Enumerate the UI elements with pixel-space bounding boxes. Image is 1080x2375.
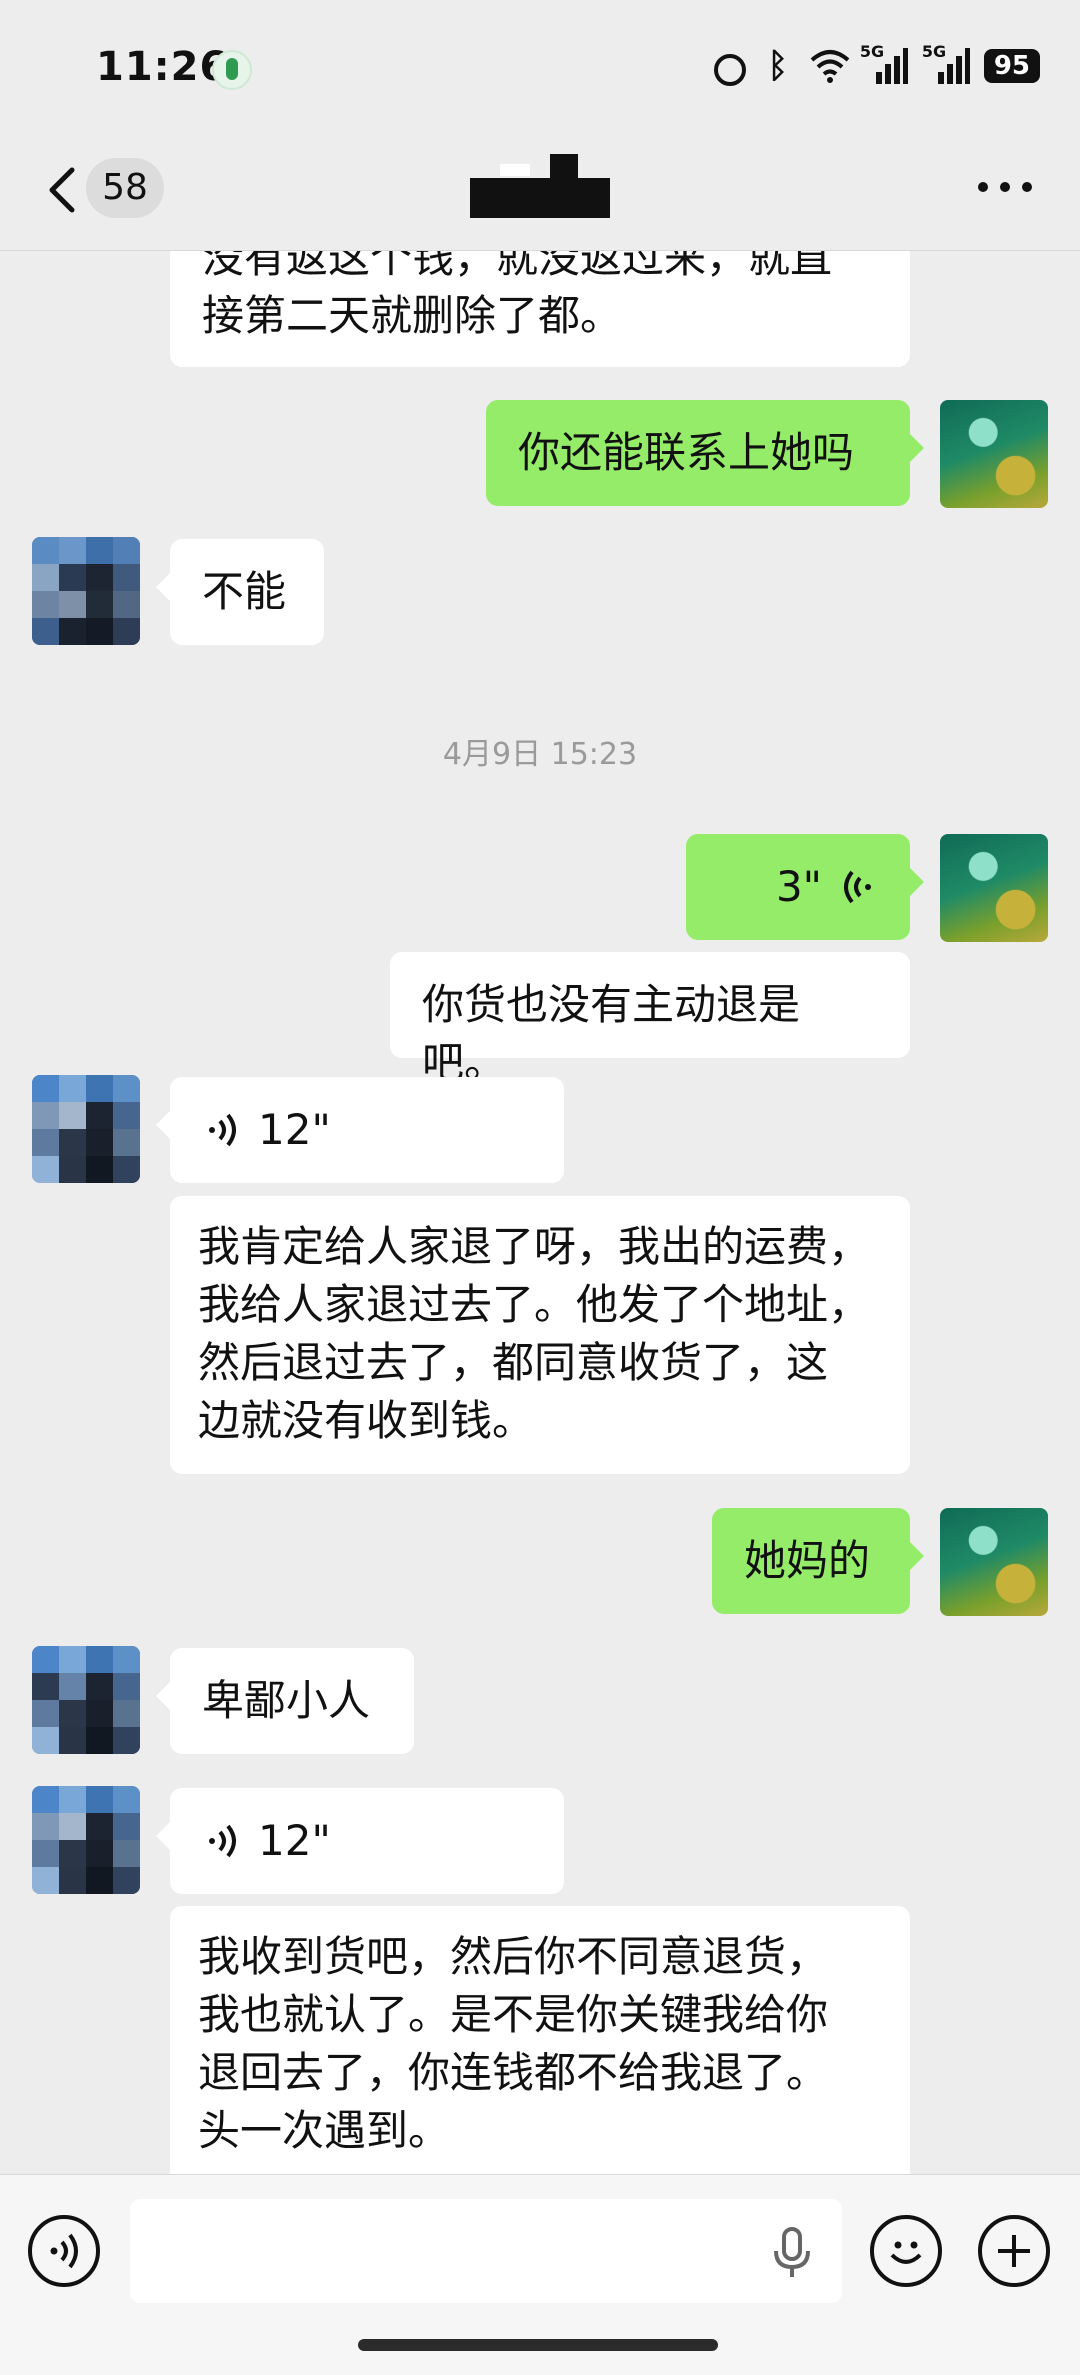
alarm-icon (710, 48, 746, 86)
contact-avatar[interactable] (32, 1786, 140, 1894)
outgoing-voice-message[interactable]: 3" (686, 834, 924, 940)
message-line: 我肯定给人家退了呀，我出的运费， (198, 1222, 871, 1271)
message-line: 头一次遇到。 (198, 2106, 451, 2155)
my-avatar[interactable] (940, 834, 1048, 942)
status-icons: ᛒ 5G 5G 95 (710, 42, 1040, 88)
status-bar: 11:26 ᛒ 5G 5G 95 (0, 0, 1080, 130)
message-list[interactable]: 没有返这个钱，就没返过来，就直 接第二天就删除了都。 你还能联系上她吗 不能 4… (0, 251, 1080, 2174)
message-text: 卑鄙小人 (202, 1676, 371, 1725)
bluetooth-icon: ᛒ (767, 46, 789, 86)
microphone-icon[interactable] (772, 2227, 812, 2279)
contact-avatar[interactable] (32, 1646, 140, 1754)
message-line: 然后退过去了，都同意收货了，这 (198, 1338, 829, 1387)
cellular-signal-icon-2: 5G (922, 42, 970, 86)
outgoing-message[interactable]: 你货也没有主动退是吧。 (390, 952, 910, 1087)
network-type-label: 5G (859, 42, 885, 61)
voice-wave-icon (209, 1824, 236, 1858)
incoming-voice-message[interactable]: 12" (156, 1077, 564, 1183)
input-bar (0, 2174, 1080, 2375)
message-line: 我给人家退过去了。他发了个地址， (198, 1280, 871, 1329)
contact-avatar[interactable] (32, 537, 140, 645)
voice-input-toggle-button[interactable] (28, 2215, 100, 2287)
more-functions-button[interactable] (978, 2215, 1050, 2287)
message-input[interactable] (130, 2199, 842, 2303)
incoming-message[interactable]: 我肯定给人家退了呀，我出的运费， 我给人家退过去了。他发了个地址， 然后退过去了… (170, 1196, 910, 1474)
message-timestamp: 4月9日 15:23 (442, 737, 638, 772)
more-options-icon[interactable] (978, 182, 1032, 196)
voice-duration: 12" (258, 1105, 331, 1154)
back-arrow-icon[interactable] (44, 160, 84, 220)
chat-title-redacted (470, 154, 610, 218)
network-type-label-2: 5G (921, 42, 947, 61)
outgoing-message[interactable]: 你还能联系上她吗 (486, 400, 924, 506)
battery-indicator: 95 (983, 49, 1040, 83)
incoming-message[interactable]: 我收到货吧，然后你不同意退货， 我也就认了。是不是你关键我给你 退回去了，你连钱… (170, 1906, 910, 2174)
my-avatar[interactable] (940, 1508, 1048, 1616)
message-line: 没有返这个钱，就没返过来，就直 (202, 251, 833, 282)
smiley-icon (890, 2241, 922, 2264)
message-line: 我收到货吧，然后你不同意退货， (198, 1932, 829, 1981)
outgoing-message[interactable]: 她妈的 (712, 1508, 924, 1614)
app-notification-icon (212, 50, 252, 90)
voice-wave-icon (844, 870, 871, 904)
message-line: 接第二天就删除了都。 (202, 291, 623, 340)
message-text: 不能 (202, 567, 287, 616)
plus-icon (998, 2235, 1030, 2267)
emoji-button[interactable] (870, 2215, 942, 2287)
message-text: 你还能联系上她吗 (518, 428, 855, 477)
message-line: 边就没有收到钱。 (198, 1396, 535, 1445)
voice-wave-icon (209, 1113, 236, 1147)
home-indicator[interactable] (358, 2339, 718, 2351)
voice-duration: 12" (258, 1816, 331, 1865)
cellular-signal-icon: 5G (860, 42, 908, 86)
message-line: 退回去了，你连钱都不给我退了。 (198, 2048, 829, 2097)
voice-duration: 3" (775, 862, 822, 911)
chat-header: 58 (0, 130, 1080, 251)
my-avatar[interactable] (940, 400, 1048, 508)
incoming-message[interactable]: 不能 (156, 539, 324, 645)
incoming-voice-message[interactable]: 12" (156, 1788, 564, 1894)
unread-count-badge[interactable]: 58 (86, 158, 164, 218)
status-time: 11:26 (96, 44, 229, 90)
incoming-message[interactable]: 没有返这个钱，就没返过来，就直 接第二天就删除了都。 (170, 251, 910, 367)
message-text: 她妈的 (744, 1536, 871, 1585)
voice-wave-icon (50, 2233, 78, 2269)
message-text: 你货也没有主动退是吧。 (422, 980, 801, 1087)
contact-avatar[interactable] (32, 1075, 140, 1183)
message-line: 我也就认了。是不是你关键我给你 (198, 1990, 829, 2039)
wifi-icon (810, 48, 850, 84)
incoming-message[interactable]: 卑鄙小人 (156, 1648, 414, 1754)
